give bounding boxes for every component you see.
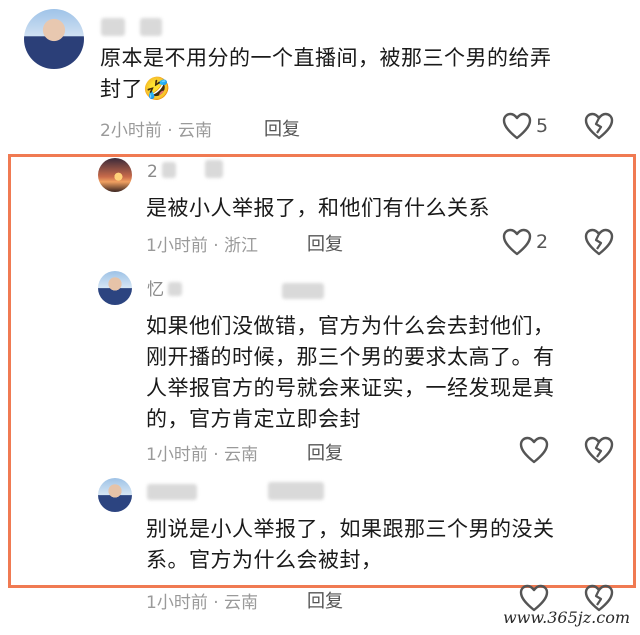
username-blurred: [162, 162, 176, 178]
username-blurred: [140, 18, 162, 36]
heart-outline-icon[interactable]: [502, 228, 532, 256]
avatar[interactable]: [24, 9, 84, 69]
avatar[interactable]: [98, 478, 132, 512]
comment-text: 原本是不用分的一个直播间，被那三个男的给弄 封了🤣: [100, 46, 552, 102]
comment-timestamp: 1小时前 · 云南: [146, 445, 259, 465]
comment-timestamp: 1小时前 · 浙江: [146, 236, 259, 256]
username: 2: [147, 162, 158, 182]
comment-text: 是被小人举报了，和他们有什么关系: [146, 196, 490, 220]
username-blurred: [101, 18, 125, 36]
laughing-emoji-icon: 🤣: [143, 77, 171, 102]
reply-button[interactable]: 回复: [264, 115, 300, 141]
broken-heart-icon[interactable]: [584, 228, 614, 256]
broken-heart-icon[interactable]: [584, 436, 614, 464]
reply-button[interactable]: 回复: [307, 230, 343, 256]
reply-button[interactable]: 回复: [307, 439, 343, 465]
username-blurred: [147, 484, 197, 500]
avatar[interactable]: [98, 158, 132, 192]
username-blurred: [205, 160, 223, 178]
username-blurred: [268, 482, 324, 500]
comment-timestamp: 2小时前 · 云南: [100, 121, 213, 141]
like-count: 5: [536, 115, 549, 137]
avatar[interactable]: [98, 271, 132, 305]
heart-outline-icon[interactable]: [519, 436, 549, 464]
comment-text: 如果他们没做错，官方为什么会去封他们， 刚开播的时候，那三个男的要求太高了。有 …: [146, 314, 555, 431]
heart-outline-icon[interactable]: [502, 112, 532, 140]
comment-text: 别说是小人举报了，如果跟那三个男的没关 系。官方为什么会被封，: [146, 517, 555, 572]
username-blurred: [168, 282, 182, 296]
watermark: www.365jz.com: [502, 608, 630, 627]
broken-heart-icon[interactable]: [584, 112, 614, 140]
username-blurred: [282, 283, 324, 299]
like-count: 2: [536, 231, 549, 253]
comment-timestamp: 1小时前 · 云南: [146, 593, 259, 613]
reply-button[interactable]: 回复: [307, 587, 343, 613]
username: 忆: [147, 280, 164, 300]
